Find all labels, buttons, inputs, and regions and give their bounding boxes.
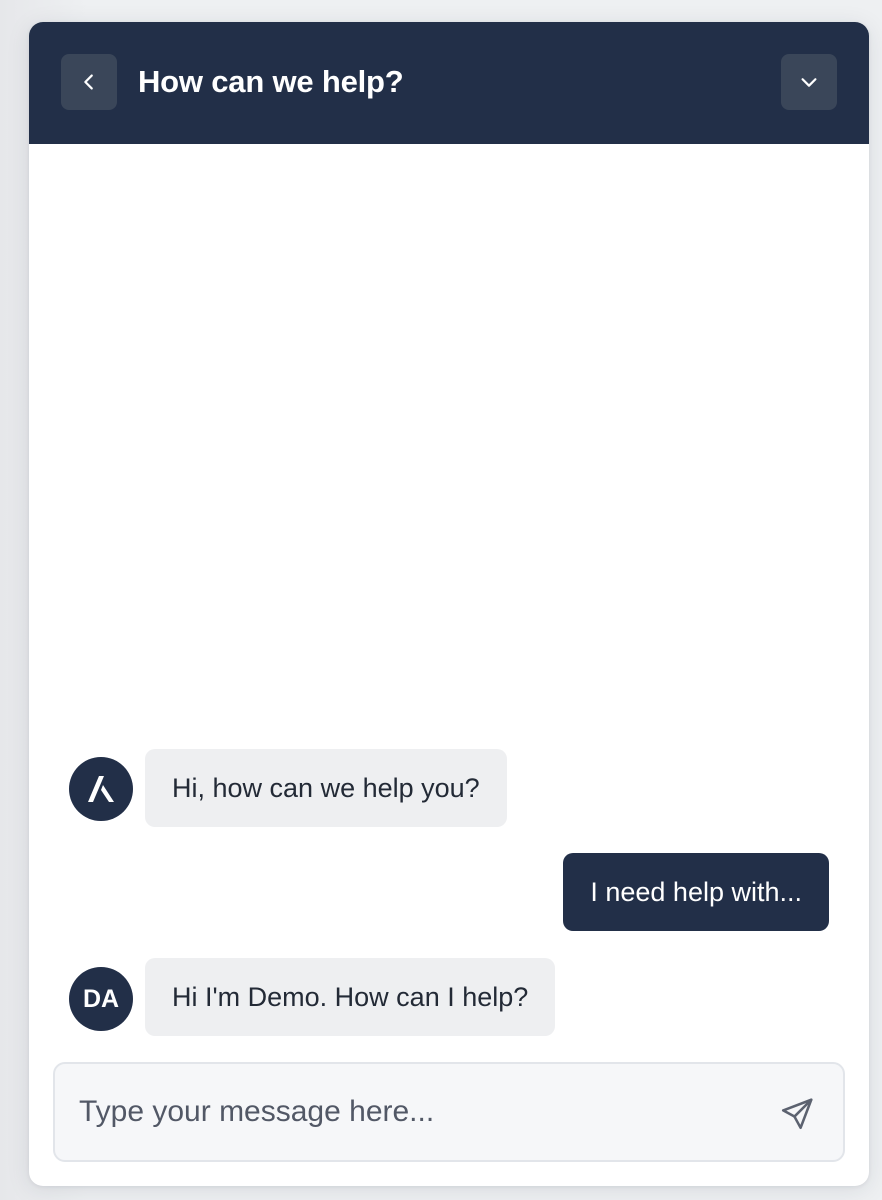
message-composer bbox=[53, 1062, 845, 1162]
send-icon bbox=[779, 1096, 815, 1132]
user-message-bubble: I need help with... bbox=[563, 853, 829, 931]
chat-widget: How can we help? Hi, how can we help you… bbox=[29, 22, 869, 1186]
brand-logo-icon bbox=[84, 772, 118, 806]
agent-message-bubble: Hi, how can we help you? bbox=[145, 749, 507, 827]
agent-logo-avatar bbox=[69, 757, 133, 821]
message-input[interactable] bbox=[79, 1082, 759, 1142]
chat-header: How can we help? bbox=[29, 22, 869, 144]
collapse-button[interactable] bbox=[781, 54, 837, 110]
chevron-down-icon bbox=[798, 71, 820, 93]
back-button[interactable] bbox=[61, 54, 117, 110]
chat-title: How can we help? bbox=[138, 64, 404, 99]
send-button[interactable] bbox=[777, 1094, 817, 1134]
agent-initials-avatar: DA bbox=[69, 967, 133, 1031]
chevron-left-icon bbox=[78, 71, 100, 93]
agent-message-bubble: Hi I'm Demo. How can I help? bbox=[145, 958, 556, 1036]
message-list: Hi, how can we help you? I need help wit… bbox=[29, 144, 869, 1044]
